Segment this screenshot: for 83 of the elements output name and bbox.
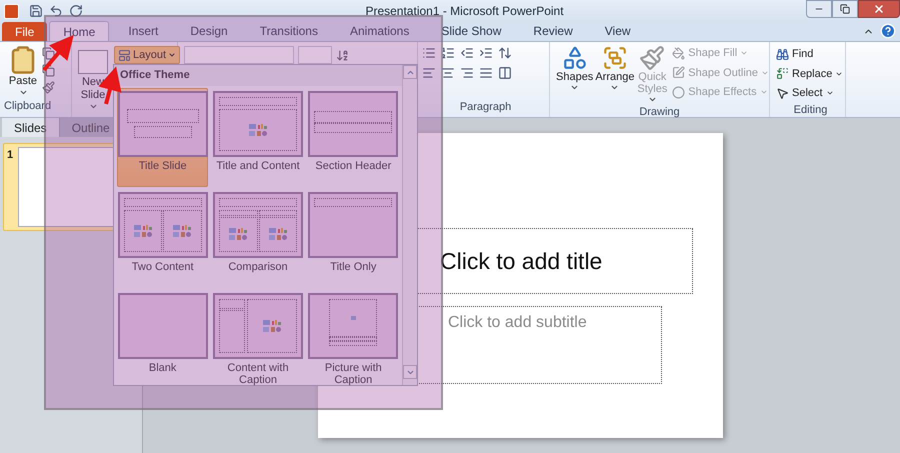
layout-option[interactable]: Title Slide	[117, 88, 208, 186]
pointer-icon	[776, 86, 789, 100]
align-icon[interactable]	[422, 66, 436, 80]
content-icon	[132, 224, 153, 238]
copy-icon[interactable]	[42, 47, 55, 60]
paint-bucket-icon	[672, 46, 686, 60]
close-button[interactable]	[858, 0, 900, 18]
restore-icon	[840, 4, 850, 14]
file-tab[interactable]: File	[2, 22, 48, 41]
replace-icon	[776, 67, 789, 80]
copy-icon[interactable]	[42, 64, 55, 77]
arrange-icon	[602, 45, 628, 71]
layout-option[interactable]: Section Header	[308, 88, 399, 186]
save-icon[interactable]	[29, 4, 43, 18]
caret-icon	[648, 95, 657, 104]
content-icon	[262, 318, 282, 332]
window-title: Presentation1 - Microsoft PowerPoint	[365, 3, 564, 20]
ribbon-tab[interactable]: Transitions	[246, 21, 331, 41]
content-icon	[172, 224, 192, 238]
indent-icon[interactable]	[479, 46, 493, 60]
ribbon-tab[interactable]: Insert	[115, 21, 172, 41]
placeholder-outline	[134, 126, 192, 138]
layout-button[interactable]: Layout	[114, 46, 180, 64]
layout-option[interactable]: Comparison	[212, 188, 304, 288]
ribbon-tab[interactable]: Review	[520, 21, 586, 41]
line-spacing-icon[interactable]	[498, 46, 512, 60]
circle-icon	[672, 86, 686, 99]
gallery-header: Office Theme	[114, 65, 402, 86]
undo-icon[interactable]	[49, 4, 63, 18]
layout-icon	[118, 48, 131, 62]
bullets-icon[interactable]	[422, 46, 436, 60]
group-label: Editing	[794, 102, 828, 118]
ribbon-tab[interactable]: Design	[177, 21, 241, 41]
editing-button[interactable]: Find	[776, 46, 845, 62]
group-label: Drawing	[639, 105, 680, 120]
group-label: Paragraph	[460, 100, 512, 114]
content-icon	[228, 227, 248, 241]
shapes-button[interactable]: Shapes	[556, 45, 594, 104]
title-placeholder-text: Click to add title	[440, 246, 602, 276]
help-icon[interactable]	[880, 23, 896, 39]
content-icon	[268, 227, 288, 241]
numbering-icon[interactable]	[441, 46, 455, 60]
ribbon-tab[interactable]: Animations	[336, 21, 422, 41]
align-icon[interactable]	[460, 66, 474, 80]
slide-number: 1	[7, 148, 14, 163]
brush-icon	[639, 45, 666, 71]
layout-option[interactable]: Content with Caption	[212, 290, 304, 388]
panel-tab[interactable]: Slides	[2, 118, 59, 137]
arrange-button[interactable]: Arrange	[595, 45, 634, 104]
layout-option[interactable]: Blank	[117, 290, 208, 388]
ribbon-tab[interactable]: Home	[49, 21, 110, 41]
shapes-icon	[562, 45, 588, 71]
subtitle-placeholder-text: Click to add subtitle	[448, 313, 587, 333]
layout-option[interactable]: Title and Content	[212, 88, 304, 186]
layout-option[interactable]: Title Only	[308, 188, 399, 288]
arrow	[42, 34, 74, 72]
caret-icon	[18, 88, 28, 97]
app-logo-icon	[4, 4, 19, 18]
new-slide-icon	[78, 50, 108, 74]
indent-icon[interactable]	[460, 46, 474, 60]
paste-button[interactable]: Paste	[8, 45, 38, 98]
font-size-icon[interactable]	[336, 48, 349, 62]
ribbon-tab[interactable]: Slide Show	[428, 21, 514, 41]
editing-button[interactable]: Select	[776, 85, 845, 102]
caret-icon	[610, 83, 620, 92]
format-painter-icon[interactable]	[42, 81, 55, 94]
picture-icon	[350, 316, 356, 320]
justify-icon[interactable]	[479, 66, 493, 80]
redo-icon[interactable]	[69, 4, 83, 18]
close-icon	[873, 3, 885, 15]
editing-button[interactable]: Replace	[776, 66, 845, 82]
binoculars-icon	[776, 48, 789, 61]
caret-icon	[88, 102, 98, 111]
caret-icon	[570, 83, 580, 92]
content-icon	[248, 122, 268, 136]
align-icon[interactable]	[441, 66, 455, 80]
layout-option[interactable]: Picture with Caption	[308, 290, 399, 388]
ribbon-tab[interactable]: View	[592, 21, 644, 41]
columns-icon[interactable]	[498, 66, 512, 80]
pen-icon	[672, 66, 686, 80]
restore-button[interactable]	[832, 0, 858, 18]
scrollbar[interactable]	[402, 65, 417, 385]
caret-icon	[168, 51, 176, 59]
